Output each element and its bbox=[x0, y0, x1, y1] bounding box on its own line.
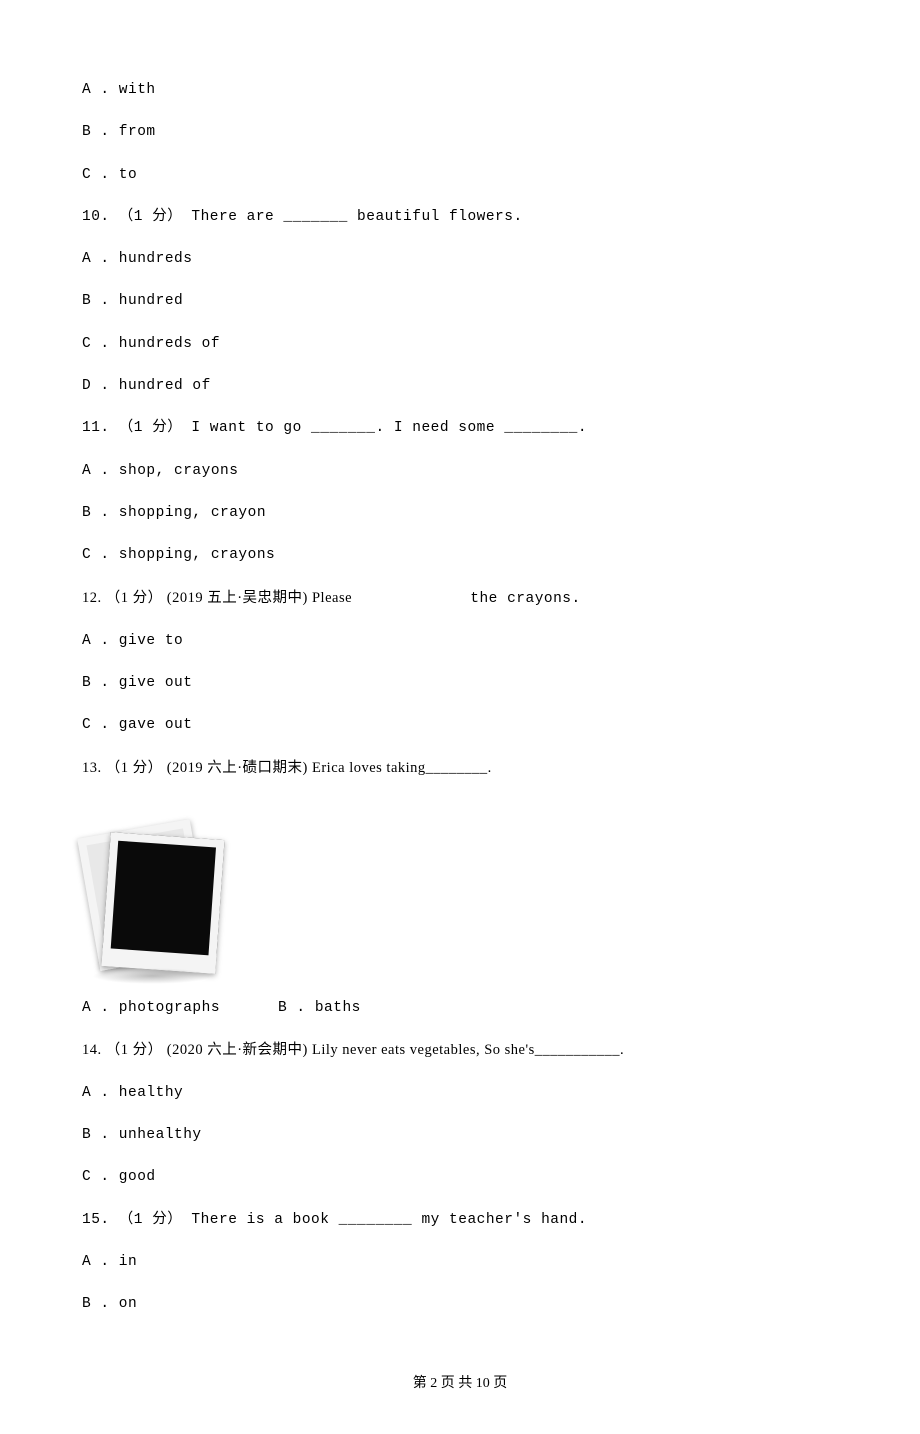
q13-options: A . photographs B . baths bbox=[82, 998, 838, 1018]
q13-option-a: A . photographs bbox=[82, 998, 220, 1018]
q9-option-b: B . from bbox=[82, 122, 838, 142]
q15-option-a: A . in bbox=[82, 1252, 838, 1272]
q13-stem: 13. （1 分） (2019 六上·碛口期末) Erica loves tak… bbox=[82, 758, 838, 778]
polaroid-photos-image bbox=[82, 800, 222, 980]
q11-option-b: B . shopping, crayon bbox=[82, 503, 838, 523]
q14-option-c: C . good bbox=[82, 1167, 838, 1187]
q11-option-a: A . shop, crayons bbox=[82, 461, 838, 481]
q12-option-a: A . give to bbox=[82, 631, 838, 651]
q14-option-a: A . healthy bbox=[82, 1083, 838, 1103]
q10-stem: 10. （1 分） There are _______ beautiful fl… bbox=[82, 207, 838, 227]
q13-option-b: B . baths bbox=[278, 998, 361, 1018]
q14-option-b: B . unhealthy bbox=[82, 1125, 838, 1145]
q14-stem: 14. （1 分） (2020 六上·新会期中) Lily never eats… bbox=[82, 1040, 838, 1060]
q15-option-b: B . on bbox=[82, 1294, 838, 1314]
q9-option-c: C . to bbox=[82, 165, 838, 185]
q12-stem: 12. （1 分） (2019 五上·吴忠期中) Please the cray… bbox=[82, 588, 838, 609]
q12-option-c: C . gave out bbox=[82, 715, 838, 735]
q10-option-d: D . hundred of bbox=[82, 376, 838, 396]
page-footer: 第 2 页 共 10 页 bbox=[82, 1374, 838, 1394]
worksheet-page: A . with B . from C . to 10. （1 分） There… bbox=[0, 0, 920, 1434]
q11-option-c: C . shopping, crayons bbox=[82, 545, 838, 565]
q10-option-a: A . hundreds bbox=[82, 249, 838, 269]
q10-option-c: C . hundreds of bbox=[82, 334, 838, 354]
q12-stem-pre: 12. （1 分） (2019 五上·吴忠期中) Please bbox=[82, 590, 352, 606]
q15-stem: 15. （1 分） There is a book ________ my te… bbox=[82, 1210, 838, 1230]
q11-stem: 11. （1 分） I want to go _______. I need s… bbox=[82, 418, 838, 438]
polaroid-front bbox=[101, 832, 224, 974]
image-shadow bbox=[92, 968, 212, 984]
q9-option-a: A . with bbox=[82, 80, 838, 100]
q10-option-b: B . hundred bbox=[82, 291, 838, 311]
q12-option-b: B . give out bbox=[82, 673, 838, 693]
q12-stem-post: the crayons. bbox=[470, 591, 580, 607]
